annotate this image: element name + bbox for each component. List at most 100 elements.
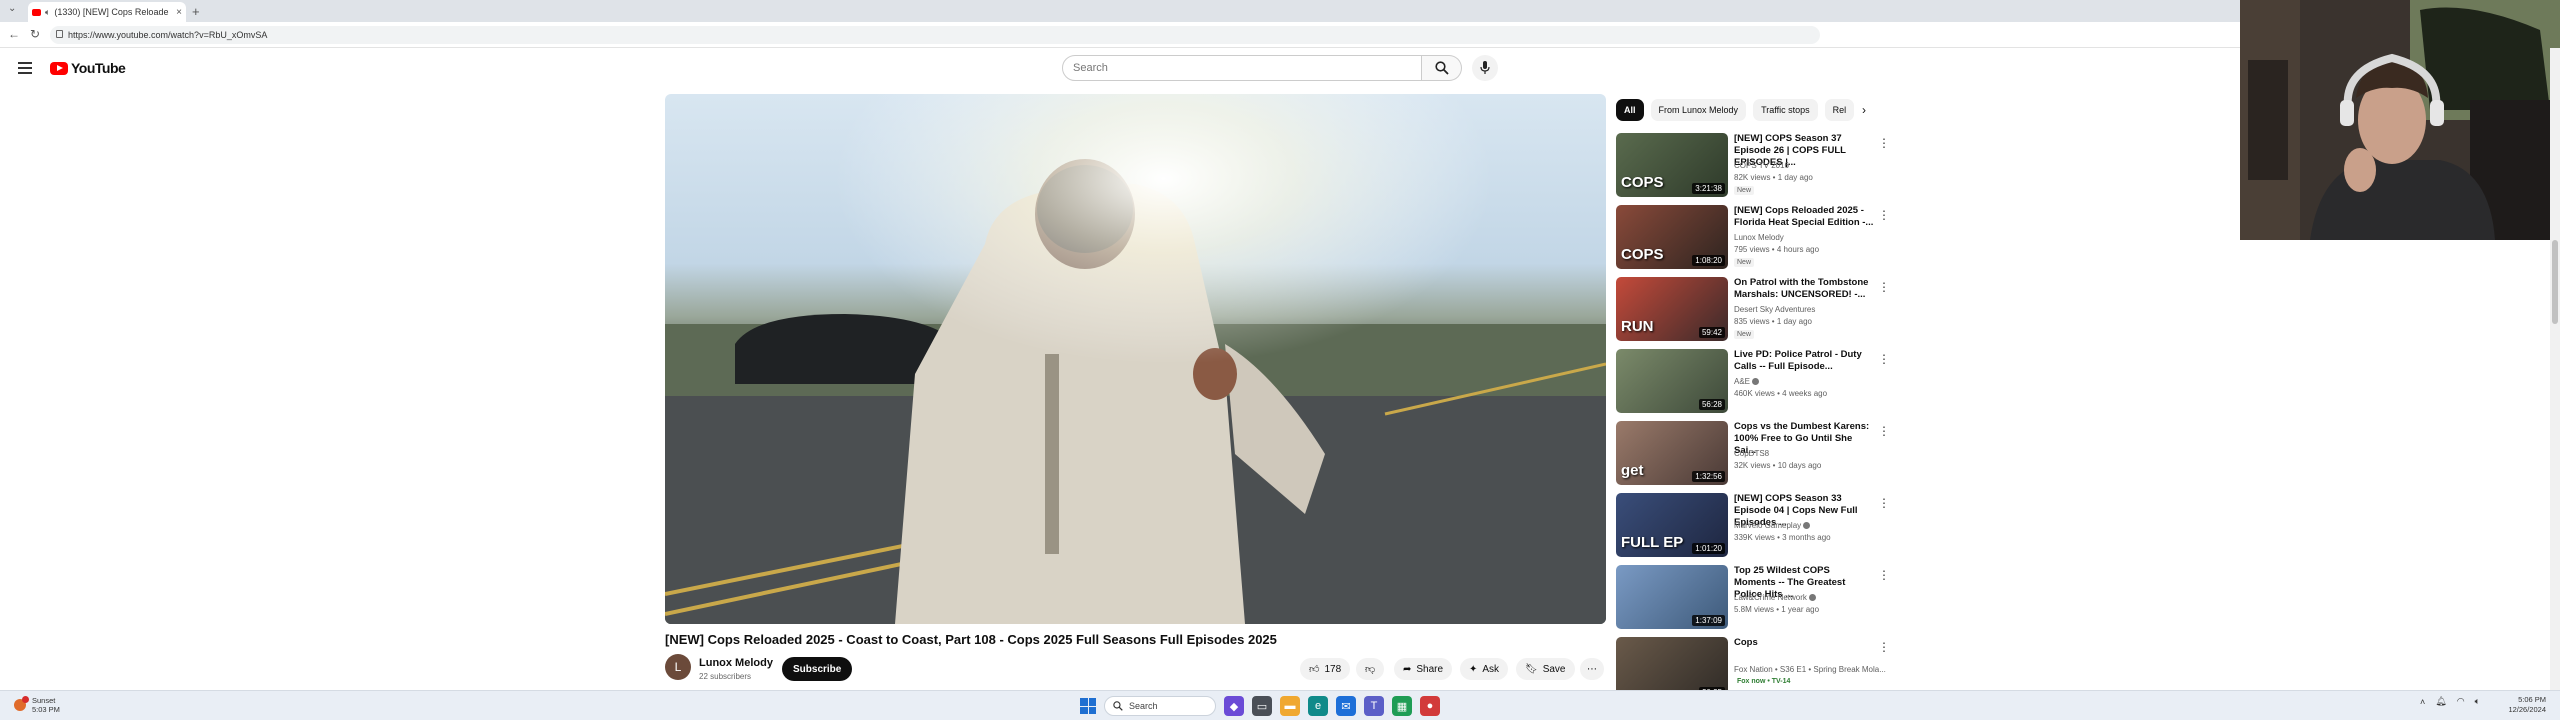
filter-chips: All From Lunox Melody Traffic stops Rel	[1616, 99, 1886, 121]
page-scrollbar-track[interactable]	[2550, 48, 2560, 690]
channel-name[interactable]: Lunox Melody	[699, 657, 773, 669]
youtube-logo[interactable]: YouTube	[50, 60, 126, 76]
weather-label: Sunset	[32, 696, 56, 705]
notification-bell-icon[interactable]: 🔔︎	[2435, 696, 2446, 707]
recommendation-item[interactable]: 56:28 Live PD: Police Patrol - Duty Call…	[1616, 349, 1892, 421]
file-explorer-icon[interactable]: ▬	[1280, 696, 1300, 716]
more-vertical-icon[interactable]: ⋮	[1878, 136, 1890, 150]
more-actions-button[interactable]: ⋯	[1580, 658, 1604, 680]
close-tab-icon[interactable]: ×	[172, 7, 186, 18]
recommendation-channel[interactable]: Desert Sky Adventures	[1734, 305, 1815, 314]
dislike-button[interactable]: 👎︎	[1356, 658, 1385, 680]
edge-browser-icon[interactable]: e	[1308, 696, 1328, 716]
url-field[interactable]: https://www.youtube.com/watch?v=RbU_xOmv…	[50, 26, 1820, 44]
more-vertical-icon[interactable]: ⋮	[1878, 208, 1890, 222]
like-button[interactable]: 👍︎ 178	[1300, 658, 1351, 680]
subscribe-button[interactable]: Subscribe	[782, 657, 853, 681]
recommendation-item[interactable]: RUN 59:42 On Patrol with the Tombstone M…	[1616, 277, 1892, 349]
subscriber-count: 22 subscribers	[699, 672, 752, 681]
page-scrollbar-thumb[interactable]	[2552, 240, 2558, 324]
speaker-icon[interactable]: 🔈︎	[45, 7, 50, 18]
recommendation-channel[interactable]: Marvelo Gameplay	[1734, 521, 1811, 530]
windows-start-icon[interactable]	[1080, 698, 1096, 714]
teams-icon[interactable]: T	[1364, 696, 1384, 716]
share-arrow-icon: ➦	[1403, 663, 1412, 675]
recommendation-meta: 795 views • 4 hours ago	[1734, 245, 1820, 254]
recommendation-channel[interactable]: Fox Nation • S36 E1 • Spring Break Mola.…	[1734, 665, 1886, 674]
more-vertical-icon[interactable]: ⋮	[1878, 424, 1890, 438]
video-thumbnail[interactable]: 1:37:09	[1616, 565, 1728, 629]
video-thumbnail[interactable]: FULL EP 1:01:20	[1616, 493, 1728, 557]
recommendation-channel[interactable]: A&E	[1734, 377, 1760, 386]
search-button[interactable]	[1422, 55, 1462, 81]
chip-all[interactable]: All	[1616, 99, 1644, 121]
tab-title: (1330) [NEW] Cops Reloade	[54, 7, 169, 17]
recommendation-title[interactable]: [NEW] Cops Reloaded 2025 - Florida Heat …	[1734, 205, 1874, 229]
more-horizontal-icon: ⋯	[1587, 663, 1597, 675]
browser-tab-youtube[interactable]: 🔈︎ (1330) [NEW] Cops Reloade ×	[28, 2, 186, 22]
voice-search-button[interactable]	[1472, 55, 1498, 81]
menu-icon[interactable]	[18, 62, 32, 77]
recommendation-channel[interactable]: COPS TV 2016	[1734, 161, 1789, 170]
more-vertical-icon[interactable]: ⋮	[1878, 496, 1890, 510]
recommendation-list: COPS 3:21:38 [NEW] COPS Season 37 Episod…	[1616, 133, 1892, 709]
verified-check-icon	[1752, 378, 1760, 386]
share-button[interactable]: ➦ Share	[1394, 658, 1453, 680]
video-thumbnail[interactable]: COPS 3:21:38	[1616, 133, 1728, 197]
recommendation-title[interactable]: Cops	[1734, 637, 1874, 649]
save-label: Save	[1542, 663, 1566, 675]
ask-button[interactable]: ✦ Ask	[1460, 658, 1509, 680]
recommendation-item[interactable]: COPS 3:21:38 [NEW] COPS Season 37 Episod…	[1616, 133, 1892, 205]
duration-badge: 59:42	[1698, 327, 1725, 338]
back-arrow-icon[interactable]: ←	[8, 27, 20, 41]
video-thumbnail[interactable]: get 1:32:56	[1616, 421, 1728, 485]
wifi-icon[interactable]: ◠	[2457, 696, 2465, 707]
video-player[interactable]	[665, 94, 1606, 624]
copilot-app-icon[interactable]: ◆	[1224, 696, 1244, 716]
chrome-browser-icon[interactable]: ●	[1420, 696, 1440, 716]
sparkle-icon: ✦	[1469, 663, 1478, 675]
reload-icon[interactable]: ↻	[30, 27, 40, 41]
duration-badge: 1:08:20	[1692, 255, 1725, 266]
webcam-overlay	[2240, 0, 2560, 240]
chip-traffic-stops[interactable]: Traffic stops	[1753, 99, 1818, 121]
video-thumbnail[interactable]: RUN 59:42	[1616, 277, 1728, 341]
spreadsheet-app-icon[interactable]: ▦	[1392, 696, 1412, 716]
chip-related[interactable]: Rel	[1824, 99, 1855, 121]
recommendation-item[interactable]: get 1:32:56 Cops vs the Dumbest Karens: …	[1616, 421, 1892, 493]
video-thumbnail[interactable]: COPS 1:08:20	[1616, 205, 1728, 269]
outlook-icon[interactable]: ✉	[1336, 696, 1356, 716]
recommendation-meta: 32K views • 10 days ago	[1734, 461, 1822, 470]
recommendation-title[interactable]: On Patrol with the Tombstone Marshals: U…	[1734, 277, 1874, 301]
recommendation-item[interactable]: COPS 1:08:20 [NEW] Cops Reloaded 2025 - …	[1616, 205, 1892, 277]
tab-list-chevron-icon[interactable]: ⌄	[8, 3, 16, 14]
more-vertical-icon[interactable]: ⋮	[1878, 280, 1890, 294]
taskbar-clock[interactable]: 5:06 PM 12/26/2024	[2500, 695, 2546, 715]
more-vertical-icon[interactable]: ⋮	[1878, 352, 1890, 366]
task-view-icon[interactable]: ▭	[1252, 696, 1272, 716]
recommendation-channel[interactable]: Law&Crime Network	[1734, 593, 1816, 602]
recommendation-meta: 460K views • 4 weeks ago	[1734, 389, 1828, 398]
more-vertical-icon[interactable]: ⋮	[1878, 640, 1890, 654]
volume-icon[interactable]: 🔈︎	[2475, 696, 2480, 707]
save-button[interactable]: 🔖︎ Save	[1516, 658, 1575, 680]
weather-widget[interactable]: Sunset 5:03 PM	[14, 696, 60, 714]
screen: ⌄ 🔈︎ (1330) [NEW] Cops Reloade × + ← ↻ h…	[0, 0, 2560, 720]
recommendation-item[interactable]: FULL EP 1:01:20 [NEW] COPS Season 33 Epi…	[1616, 493, 1892, 565]
recommendation-channel[interactable]: CopDTS8	[1734, 449, 1769, 458]
new-tab-icon[interactable]: +	[192, 4, 200, 19]
more-vertical-icon[interactable]: ⋮	[1878, 568, 1890, 582]
recommendation-channel[interactable]: Lunox Melody	[1734, 233, 1784, 242]
share-label: Share	[1416, 663, 1444, 675]
video-thumbnail[interactable]: 56:28	[1616, 349, 1728, 413]
search-input[interactable]: Search	[1062, 55, 1422, 81]
thumbnail-text: COPS	[1621, 174, 1664, 191]
taskbar-search[interactable]: Search	[1104, 696, 1216, 716]
new-badge: New	[1734, 258, 1755, 267]
channel-avatar[interactable]: L	[665, 654, 691, 680]
tray-chevron-up-icon[interactable]: ˄	[2420, 697, 2425, 707]
recommendation-item[interactable]: 1:37:09 Top 25 Wildest COPS Moments -- T…	[1616, 565, 1892, 637]
recommendation-title[interactable]: Live PD: Police Patrol - Duty Calls -- F…	[1734, 349, 1874, 373]
chip-from-channel[interactable]: From Lunox Melody	[1650, 99, 1747, 121]
chevron-right-icon[interactable]: ›	[1862, 103, 1866, 117]
